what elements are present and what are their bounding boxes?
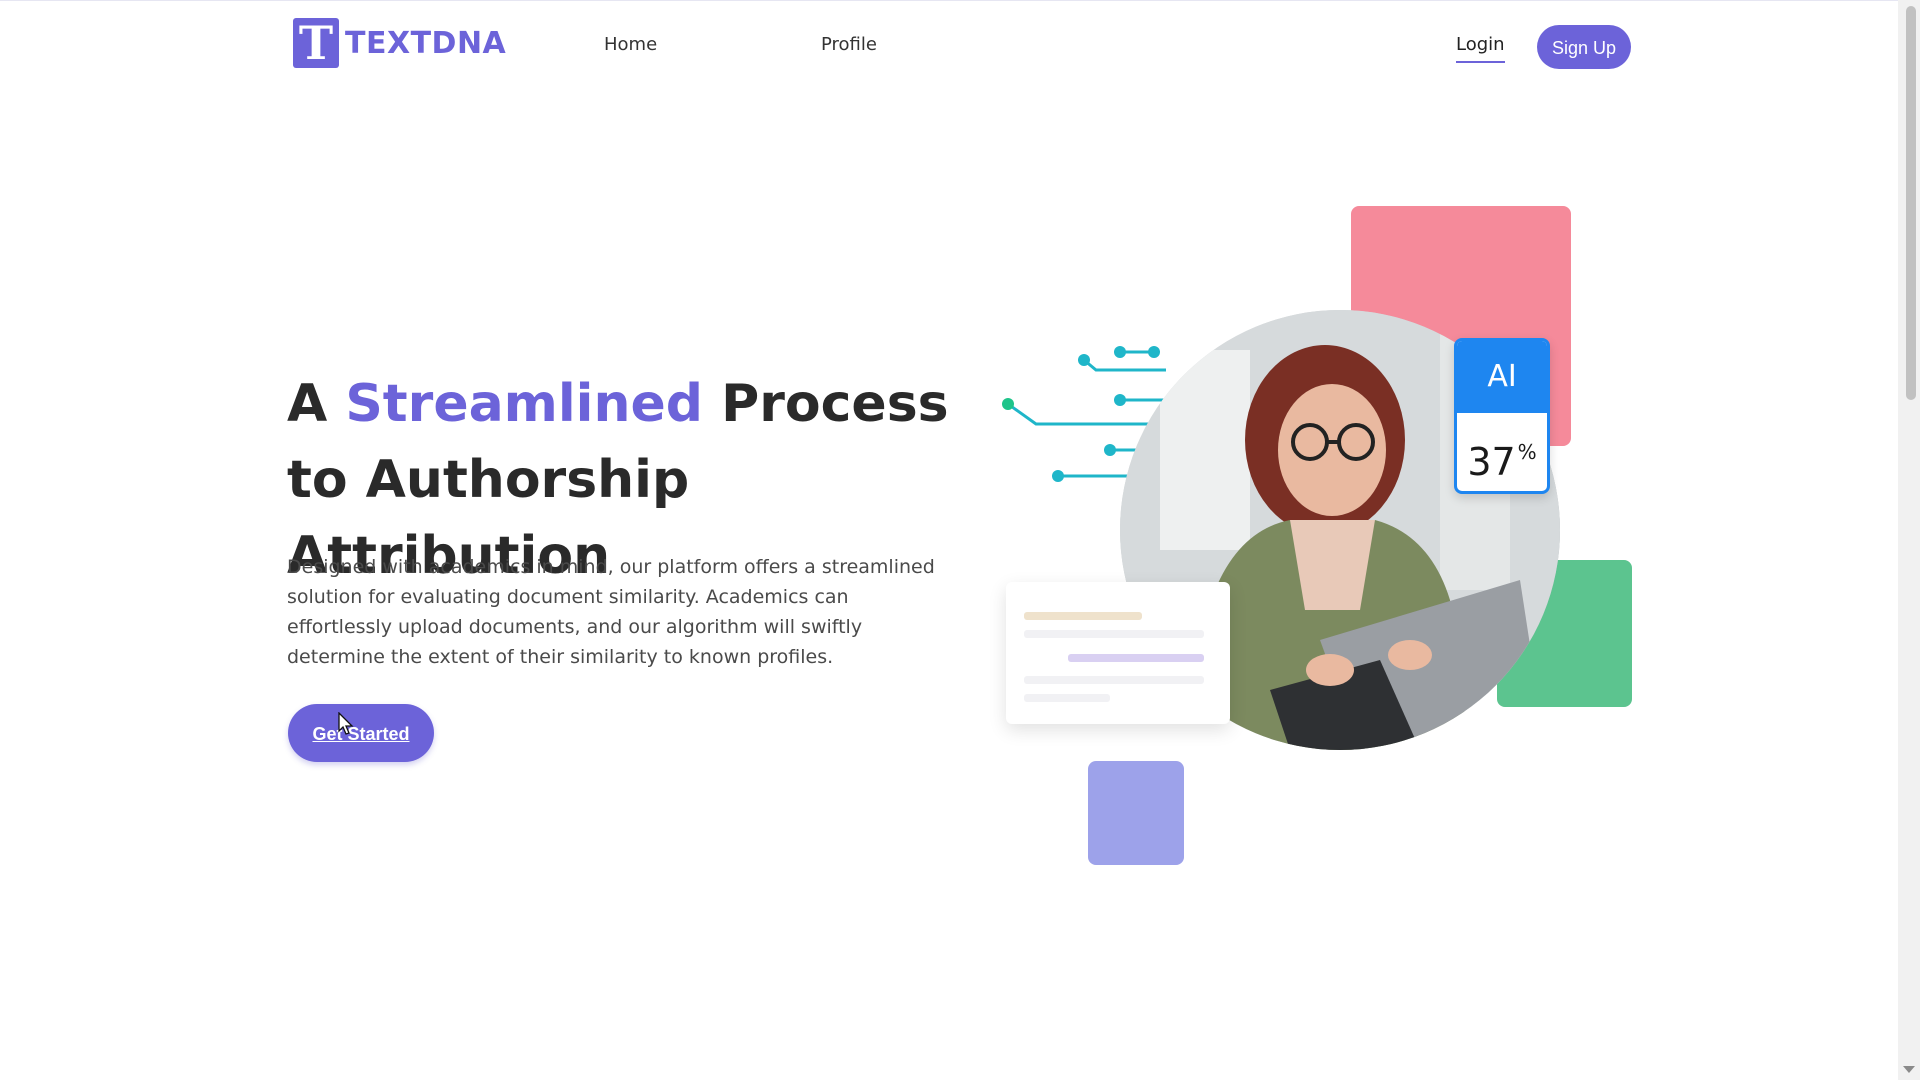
login-link[interactable]: Login <box>1456 34 1505 63</box>
scrollbar-thumb[interactable] <box>1906 6 1916 400</box>
brand-logo[interactable]: T TEXTDNA <box>293 18 506 68</box>
top-border <box>0 0 1898 1</box>
ai-score-unit: % <box>1517 440 1537 464</box>
scroll-down-arrow-icon[interactable] <box>1903 1066 1915 1073</box>
ai-score-value: 37 <box>1467 440 1516 484</box>
mouse-cursor-icon <box>338 712 354 735</box>
get-started-button[interactable]: Get Started <box>288 704 434 762</box>
hero-description: Designed with academics in mind, our pla… <box>287 556 935 668</box>
nav-home-link[interactable]: Home <box>604 34 657 55</box>
doc-highlight-line <box>1024 612 1142 620</box>
logo-mark-icon: T <box>293 18 339 68</box>
nav-profile-link[interactable]: Profile <box>821 34 877 55</box>
doc-text-line <box>1024 694 1110 702</box>
hero-title-accent: Streamlined <box>345 374 704 434</box>
hero-title-prefix: A <box>287 374 328 434</box>
decor-purple-block <box>1088 761 1184 865</box>
doc-text-line <box>1024 630 1204 638</box>
signup-button[interactable]: Sign Up <box>1537 25 1631 69</box>
doc-highlight-line <box>1068 654 1204 662</box>
document-preview-card <box>1006 582 1230 724</box>
ai-score-card: AI 37% <box>1454 338 1550 494</box>
brand-name: TEXTDNA <box>345 25 507 61</box>
ai-score: 37% <box>1457 413 1547 491</box>
doc-text-line <box>1024 676 1204 684</box>
ai-label: AI <box>1457 341 1547 413</box>
